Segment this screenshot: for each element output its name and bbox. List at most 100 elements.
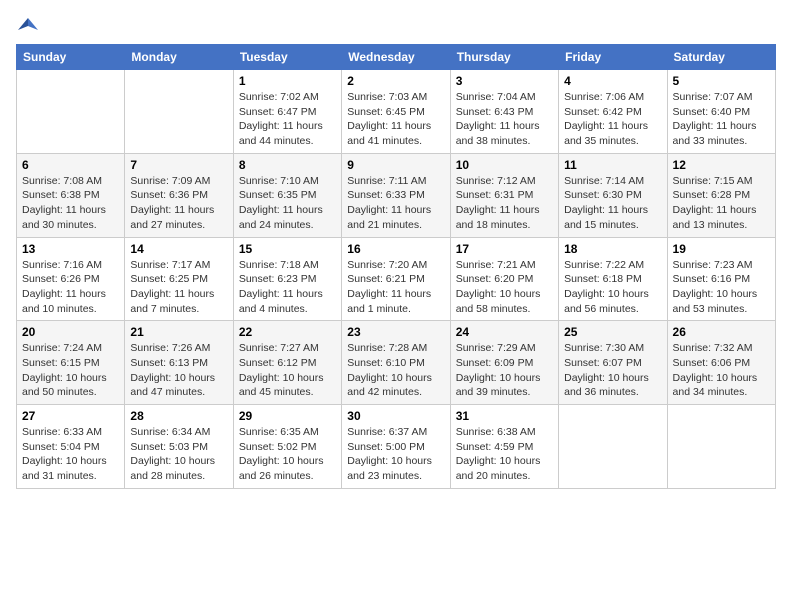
calendar-cell: 30Sunrise: 6:37 AM Sunset: 5:00 PM Dayli… [342,405,450,489]
calendar-cell [559,405,667,489]
day-info: Sunrise: 7:26 AM Sunset: 6:13 PM Dayligh… [130,341,227,400]
calendar-cell: 2 Sunrise: 7:03 AM Sunset: 6:45 PM Daylig… [342,70,450,154]
day-number: 21 [130,325,227,339]
calendar-cell: 29 Sunrise: 6:35 AM Sunset: 5:02 PM Dayli… [233,405,341,489]
day-number: 3 [456,74,553,88]
calendar-cell: 24Sunrise: 7:29 AM Sunset: 6:09 PM Dayli… [450,321,558,405]
day-info: Sunrise: 7:04 AM Sunset: 6:43 PM Dayligh… [456,90,553,149]
day-number: 4 [564,74,661,88]
day-info: Sunrise: 7:07 AM Sunset: 6:40 PM Dayligh… [673,90,770,149]
calendar-cell: 31 Sunrise: 6:38 AM Sunset: 4:59 PM Dayli… [450,405,558,489]
day-info: Sunrise: 7:03 AM Sunset: 6:45 PM Dayligh… [347,90,444,149]
calendar-cell: 10 Sunrise: 7:12 AM Sunset: 6:31 PM Dayli… [450,153,558,237]
day-info: Sunrise: 7:10 AM Sunset: 6:35 PM Dayligh… [239,174,336,233]
page-header [16,16,776,34]
day-info: Sunrise: 7:20 AM Sunset: 6:21 PM Dayligh… [347,258,444,317]
day-number: 29 [239,409,336,423]
calendar-cell: 21 Sunrise: 7:26 AM Sunset: 6:13 PM Dayli… [125,321,233,405]
calendar-cell: 9 Sunrise: 7:11 AM Sunset: 6:33 PM Daylig… [342,153,450,237]
day-number: 31 [456,409,553,423]
day-number: 13 [22,242,119,256]
day-info: Sunrise: 6:35 AM Sunset: 5:02 PM Dayligh… [239,425,336,484]
weekday-header-monday: Monday [125,45,233,70]
logo-bird-icon [18,16,38,38]
day-number: 5 [673,74,770,88]
calendar-cell: 26 Sunrise: 7:32 AM Sunset: 6:06 PM Dayli… [667,321,775,405]
calendar-cell [667,405,775,489]
calendar-week-row: 20 Sunrise: 7:24 AM Sunset: 6:15 PM Dayli… [17,321,776,405]
weekday-header-thursday: Thursday [450,45,558,70]
day-number: 10 [456,158,553,172]
weekday-header-wednesday: Wednesday [342,45,450,70]
day-number: 7 [130,158,227,172]
calendar-cell: 3 Sunrise: 7:04 AM Sunset: 6:43 PM Daylig… [450,70,558,154]
day-number: 28 [130,409,227,423]
day-info: Sunrise: 7:11 AM Sunset: 6:33 PM Dayligh… [347,174,444,233]
day-info: Sunrise: 7:06 AM Sunset: 6:42 PM Dayligh… [564,90,661,149]
calendar-week-row: 27Sunrise: 6:33 AM Sunset: 5:04 PM Dayli… [17,405,776,489]
calendar-week-row: 6 Sunrise: 7:08 AM Sunset: 6:38 PM Daylig… [17,153,776,237]
calendar-cell: 12Sunrise: 7:15 AM Sunset: 6:28 PM Dayli… [667,153,775,237]
calendar-table: SundayMondayTuesdayWednesdayThursdayFrid… [16,44,776,489]
day-number: 26 [673,325,770,339]
day-info: Sunrise: 7:08 AM Sunset: 6:38 PM Dayligh… [22,174,119,233]
calendar-cell: 4 Sunrise: 7:06 AM Sunset: 6:42 PM Daylig… [559,70,667,154]
day-info: Sunrise: 6:37 AM Sunset: 5:00 PM Dayligh… [347,425,444,484]
day-info: Sunrise: 7:18 AM Sunset: 6:23 PM Dayligh… [239,258,336,317]
day-number: 27 [22,409,119,423]
day-number: 19 [673,242,770,256]
weekday-header-tuesday: Tuesday [233,45,341,70]
logo [16,16,38,34]
day-number: 2 [347,74,444,88]
day-number: 1 [239,74,336,88]
calendar-week-row: 13 Sunrise: 7:16 AM Sunset: 6:26 PM Dayli… [17,237,776,321]
calendar-cell: 13 Sunrise: 7:16 AM Sunset: 6:26 PM Dayli… [17,237,125,321]
calendar-cell: 11 Sunrise: 7:14 AM Sunset: 6:30 PM Dayli… [559,153,667,237]
day-info: Sunrise: 7:22 AM Sunset: 6:18 PM Dayligh… [564,258,661,317]
calendar-cell: 7 Sunrise: 7:09 AM Sunset: 6:36 PM Daylig… [125,153,233,237]
day-info: Sunrise: 7:16 AM Sunset: 6:26 PM Dayligh… [22,258,119,317]
day-number: 22 [239,325,336,339]
calendar-cell: 22 Sunrise: 7:27 AM Sunset: 6:12 PM Dayli… [233,321,341,405]
day-number: 16 [347,242,444,256]
day-info: Sunrise: 7:21 AM Sunset: 6:20 PM Dayligh… [456,258,553,317]
day-number: 20 [22,325,119,339]
calendar-week-row: 1 Sunrise: 7:02 AM Sunset: 6:47 PM Daylig… [17,70,776,154]
day-number: 12 [673,158,770,172]
calendar-cell: 23 Sunrise: 7:28 AM Sunset: 6:10 PM Dayli… [342,321,450,405]
day-info: Sunrise: 7:30 AM Sunset: 6:07 PM Dayligh… [564,341,661,400]
day-number: 11 [564,158,661,172]
day-number: 15 [239,242,336,256]
day-number: 6 [22,158,119,172]
day-number: 23 [347,325,444,339]
calendar-cell: 25Sunrise: 7:30 AM Sunset: 6:07 PM Dayli… [559,321,667,405]
day-info: Sunrise: 7:12 AM Sunset: 6:31 PM Dayligh… [456,174,553,233]
day-number: 18 [564,242,661,256]
day-info: Sunrise: 7:23 AM Sunset: 6:16 PM Dayligh… [673,258,770,317]
weekday-header-friday: Friday [559,45,667,70]
calendar-cell: 5 Sunrise: 7:07 AM Sunset: 6:40 PM Daylig… [667,70,775,154]
calendar-cell: 16 Sunrise: 7:20 AM Sunset: 6:21 PM Dayli… [342,237,450,321]
day-info: Sunrise: 7:14 AM Sunset: 6:30 PM Dayligh… [564,174,661,233]
calendar-cell: 15 Sunrise: 7:18 AM Sunset: 6:23 PM Dayli… [233,237,341,321]
calendar-cell: 6 Sunrise: 7:08 AM Sunset: 6:38 PM Daylig… [17,153,125,237]
day-info: Sunrise: 6:38 AM Sunset: 4:59 PM Dayligh… [456,425,553,484]
calendar-header-row: SundayMondayTuesdayWednesdayThursdayFrid… [17,45,776,70]
calendar-cell: 8Sunrise: 7:10 AM Sunset: 6:35 PM Daylig… [233,153,341,237]
day-info: Sunrise: 7:27 AM Sunset: 6:12 PM Dayligh… [239,341,336,400]
day-info: Sunrise: 7:24 AM Sunset: 6:15 PM Dayligh… [22,341,119,400]
day-info: Sunrise: 7:32 AM Sunset: 6:06 PM Dayligh… [673,341,770,400]
day-number: 17 [456,242,553,256]
weekday-header-sunday: Sunday [17,45,125,70]
day-info: Sunrise: 7:17 AM Sunset: 6:25 PM Dayligh… [130,258,227,317]
day-number: 9 [347,158,444,172]
calendar-cell: 14 Sunrise: 7:17 AM Sunset: 6:25 PM Dayli… [125,237,233,321]
day-info: Sunrise: 7:28 AM Sunset: 6:10 PM Dayligh… [347,341,444,400]
day-info: Sunrise: 7:02 AM Sunset: 6:47 PM Dayligh… [239,90,336,149]
day-number: 14 [130,242,227,256]
calendar-cell [125,70,233,154]
calendar-cell: 27Sunrise: 6:33 AM Sunset: 5:04 PM Dayli… [17,405,125,489]
day-info: Sunrise: 7:09 AM Sunset: 6:36 PM Dayligh… [130,174,227,233]
day-info: Sunrise: 6:34 AM Sunset: 5:03 PM Dayligh… [130,425,227,484]
calendar-cell [17,70,125,154]
